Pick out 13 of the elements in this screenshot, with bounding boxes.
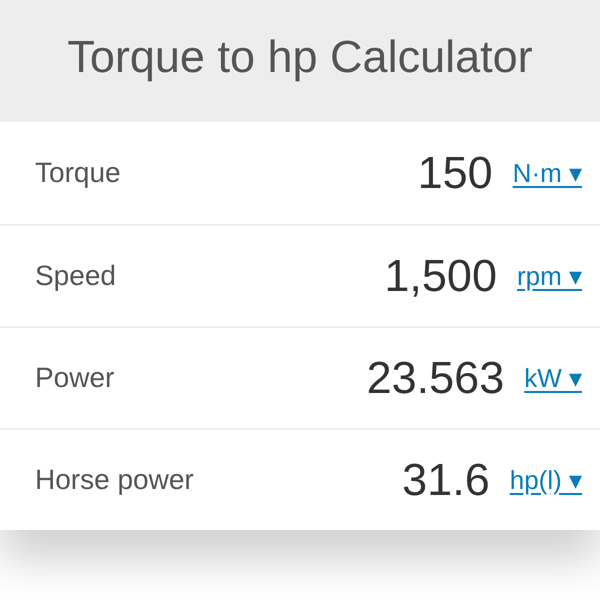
field-label: Torque xyxy=(35,156,122,190)
unit-dropdown[interactable]: kW ▾ xyxy=(524,358,582,398)
calculator-title: Torque to hp Calculator xyxy=(67,30,533,84)
value-field[interactable]: 150 xyxy=(418,139,493,207)
unit-dropdown[interactable]: N·m ▾ xyxy=(512,154,582,192)
unit-dropdown[interactable]: rpm ▾ xyxy=(517,256,582,296)
field-label: Horse power xyxy=(35,463,195,497)
value-field[interactable]: 1,500 xyxy=(384,242,497,310)
value-field[interactable]: 23.563 xyxy=(366,344,504,412)
unit-dropdown[interactable]: hp(l) ▾ xyxy=(510,460,582,500)
value-field[interactable]: 31.6 xyxy=(402,446,490,514)
field-label: Speed xyxy=(35,259,117,293)
field-label: Power xyxy=(35,361,116,395)
